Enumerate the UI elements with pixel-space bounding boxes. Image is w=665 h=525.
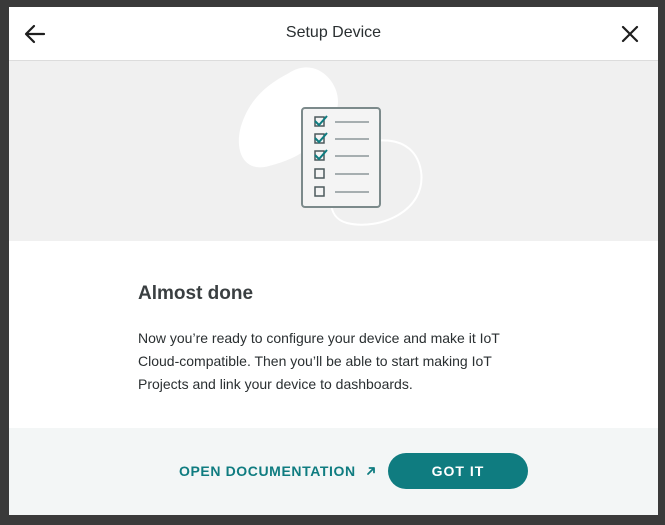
- open-documentation-label: OPEN DOCUMENTATION: [179, 463, 356, 479]
- dialog-title: Setup Device: [285, 24, 382, 41]
- dialog-content: Almost done Now you’re ready to configur…: [138, 283, 538, 396]
- dialog-footer: OPEN DOCUMENTATION GOT IT: [9, 428, 658, 515]
- close-icon: [621, 25, 639, 43]
- checklist-illustration: [238, 67, 423, 226]
- external-link-arrow-icon: [366, 466, 376, 476]
- got-it-button[interactable]: GOT IT: [388, 453, 528, 489]
- illustration-banner: [9, 61, 658, 241]
- setup-device-dialog: Setup Device Almost done Now you’re read…: [9, 7, 658, 515]
- close-button[interactable]: [616, 20, 644, 48]
- section-heading: Almost done: [138, 283, 254, 304]
- open-documentation-link[interactable]: OPEN DOCUMENTATION: [179, 463, 376, 479]
- description-text: Now you’re ready to configure your devic…: [138, 330, 500, 392]
- dialog-header: Setup Device: [9, 7, 658, 61]
